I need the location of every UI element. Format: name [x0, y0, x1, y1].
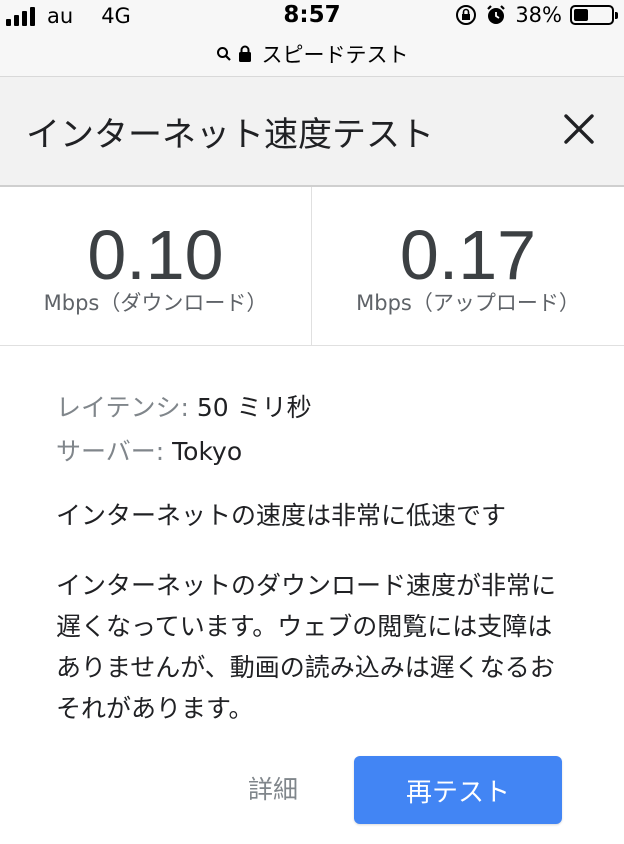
status-bar: au 4G 8:57 38% [0, 0, 624, 32]
battery-icon [570, 5, 618, 25]
close-icon[interactable] [562, 112, 596, 146]
url-bar[interactable]: スピードテスト [0, 32, 624, 77]
upload-speed-value: 0.17 [399, 216, 537, 294]
download-speed-unit: Mbps（ダウンロード） [43, 291, 268, 315]
server-value: Tokyo [172, 437, 243, 466]
latency-row: レイテンシ: 50 ミリ秒 [56, 388, 576, 424]
server-label: サーバー: [56, 437, 165, 466]
status-right: 38% [455, 3, 618, 27]
upload-speed-unit: Mbps（アップロード） [356, 291, 580, 315]
orientation-lock-icon [456, 5, 477, 25]
lock-icon [238, 45, 251, 62]
latency-label: レイテンシ: [56, 393, 189, 422]
speed-results: 0.10 Mbps（ダウンロード） 0.17 Mbps（アップロード） [0, 187, 624, 346]
download-speed-value: 0.10 [87, 216, 224, 294]
upload-result: 0.17 Mbps（アップロード） [312, 187, 624, 345]
search-icon [216, 47, 231, 61]
battery-percent: 38% [515, 3, 562, 27]
dialog-header: インターネット速度テスト [0, 77, 624, 187]
test-details: レイテンシ: 50 ミリ秒 サーバー: Tokyo [56, 388, 576, 476]
url-text: スピードテスト [261, 43, 409, 67]
retest-button[interactable]: 再テスト [354, 756, 562, 824]
download-result: 0.10 Mbps（ダウンロード） [0, 187, 312, 345]
details-button[interactable]: 詳細 [248, 770, 298, 806]
speed-description: インターネットのダウンロード速度が非常に遅くなっています。ウェブの閲覧には支障は… [56, 571, 557, 723]
latency-value: 50 ミリ秒 [196, 393, 312, 422]
alarm-icon [487, 5, 506, 24]
server-row: サーバー: Tokyo [56, 432, 576, 468]
dialog-title: インターネット速度テスト [26, 115, 434, 155]
speed-summary: インターネットの速度は非常に低速です [56, 501, 507, 530]
